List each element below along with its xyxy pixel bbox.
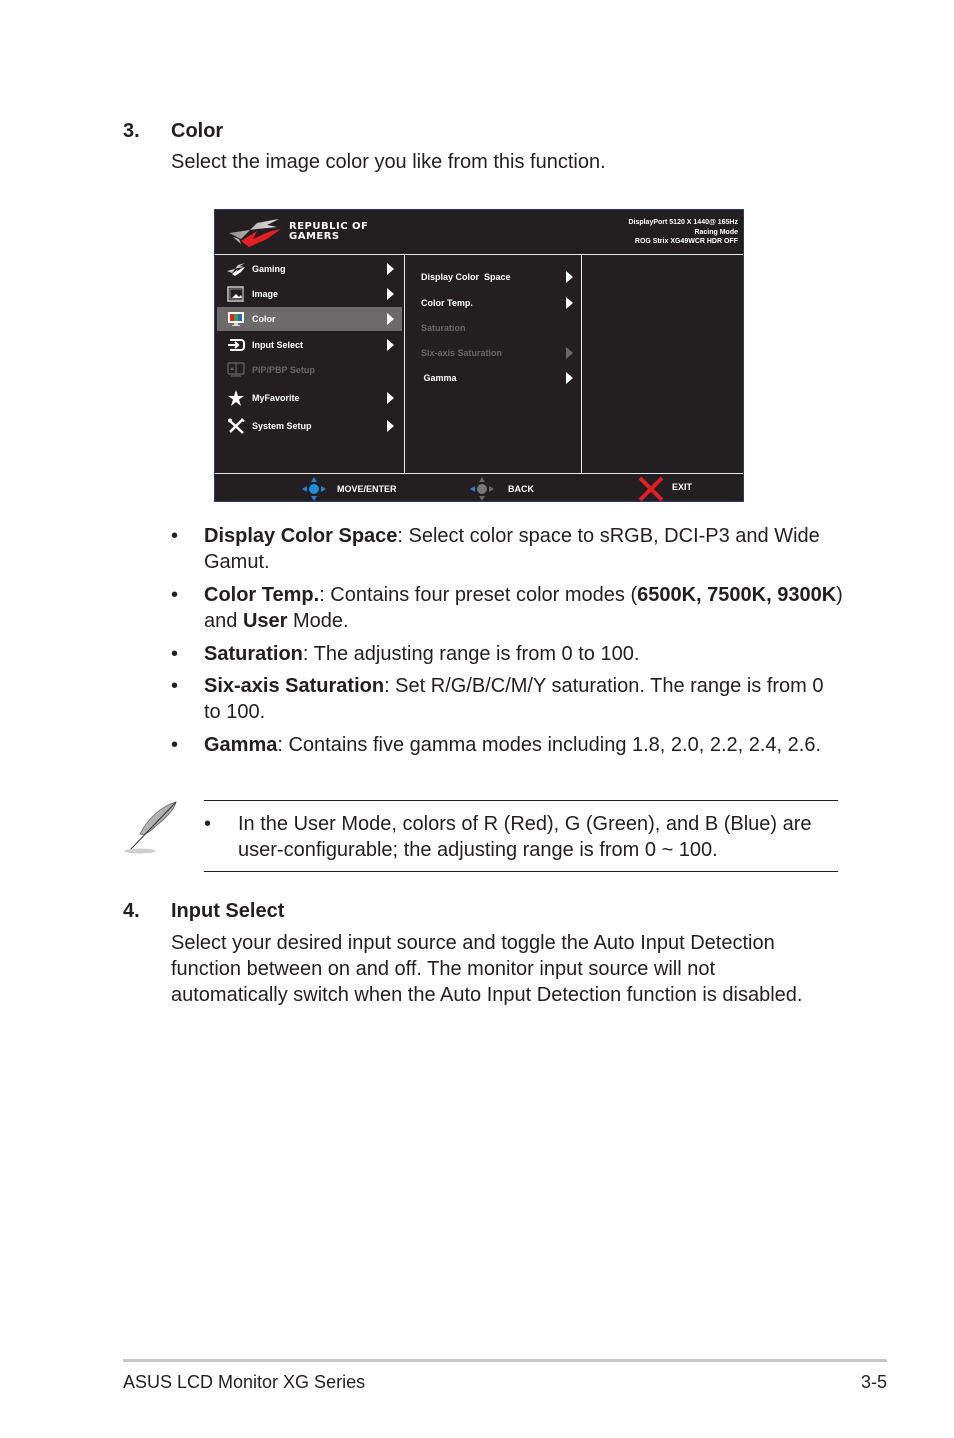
chevron-right-icon — [387, 392, 394, 404]
chevron-right-icon — [387, 313, 394, 325]
status-mode: Racing Mode — [694, 228, 738, 236]
submenu-item-saturation: Saturation — [421, 320, 579, 338]
osd-footer: MOVE/ENTER BACK EXIT — [215, 473, 743, 502]
bullet-term: Color Temp. — [204, 584, 320, 606]
footer-document-title: ASUS LCD Monitor XG Series — [123, 1372, 366, 1392]
main-menu: Gaming Image Color Input Select PIP/PBP … — [215, 255, 405, 473]
note-bullet: • — [204, 813, 212, 835]
submenu-item-display-color-space[interactable]: Display Color Space — [421, 269, 579, 287]
submenu-label: Saturation — [421, 323, 466, 333]
main-menu-item-image[interactable]: Image — [217, 282, 402, 306]
move-enter-hint: MOVE/ENTER — [301, 474, 411, 502]
bullet-item: Display Color Space: Select color space … — [204, 525, 820, 573]
joystick-back-icon — [470, 477, 494, 501]
note-text: In the User Mode, colors of R (Red), G (… — [238, 813, 812, 861]
submenu-item-gamma[interactable]: Gamma — [421, 370, 579, 388]
section-3-description: Select the image color you like from thi… — [171, 151, 606, 173]
main-menu-label: MyFavorite — [252, 393, 300, 403]
main-menu-label: System Setup — [252, 421, 312, 431]
section-4-number: 4. — [123, 900, 140, 922]
bullet-item: Saturation: The adjusting range is from … — [204, 643, 640, 665]
monitor-rgb-icon — [228, 312, 244, 326]
bullet-marker: • — [171, 525, 179, 547]
status-model-hdr: ROG Strix XG49WCR HDR OFF — [634, 238, 738, 245]
main-menu-label: Gaming — [252, 264, 286, 274]
submenu-label: Gamma — [421, 373, 457, 383]
bullet-term: 6500K, 7500K, 9300K — [637, 584, 837, 606]
footer-page-number: 3-5 — [860, 1372, 887, 1392]
bullet-term: Display Color Space — [204, 525, 398, 547]
note-bottom-rule — [204, 871, 838, 872]
footer-rule — [123, 1359, 887, 1362]
section-3-title: Color — [171, 120, 224, 142]
chevron-right-icon — [566, 297, 573, 309]
bullet-term: Saturation — [204, 643, 303, 665]
main-menu-item-pip-pbp-setup: PIP/PBP Setup — [217, 358, 402, 382]
bullet-marker: • — [171, 734, 179, 756]
feather-note-icon — [124, 801, 177, 854]
status-input-resolution: DisplayPort 5120 X 1440@ 165Hz — [628, 219, 738, 226]
main-menu-label: Image — [252, 289, 279, 299]
chevron-right-icon — [387, 420, 394, 432]
rog-brand-text: REPUBLIC OF GAMERS — [289, 222, 368, 242]
bullet-term: Gamma — [204, 734, 278, 756]
chevron-right-icon — [566, 271, 573, 283]
bullet-term: Six-axis Saturation — [204, 675, 385, 697]
brand-line-2: GAMERS — [289, 231, 340, 242]
submenu-label: Display Color Space — [421, 272, 511, 282]
chevron-right-icon — [566, 372, 573, 384]
note-top-rule — [204, 800, 838, 801]
bullet-item: Gamma: Contains five gamma modes includi… — [204, 734, 822, 756]
input-icon — [228, 339, 245, 351]
bullet-term: User — [242, 610, 288, 632]
options-panel — [582, 255, 743, 473]
chevron-right-icon — [387, 339, 394, 351]
submenu-item-six-axis-saturation: Six-axis Saturation — [421, 345, 579, 363]
pip-icon — [227, 362, 245, 377]
submenu-item-color-temp[interactable]: Color Temp. — [421, 295, 579, 313]
bullet-item: Six-axis Saturation: Set R/G/B/C/M/Y sat… — [204, 675, 824, 723]
move-enter-label: MOVE/ENTER — [337, 484, 397, 494]
exit-label: EXIT — [672, 482, 693, 492]
osd-status-info: DisplayPort 5120 X 1440@ 165Hz Racing Mo… — [628, 218, 738, 247]
chevron-right-icon — [387, 288, 394, 300]
main-menu-item-system-setup[interactable]: System Setup — [217, 414, 402, 438]
bullet-marker: • — [171, 643, 179, 665]
bullet-item: Color Temp.: Contains four preset color … — [204, 584, 843, 632]
chevron-right-icon — [387, 263, 394, 275]
tools-icon — [228, 418, 245, 434]
rog-logo-icon — [229, 219, 281, 247]
section-4-title: Input Select — [171, 900, 285, 922]
section-3-number: 3. — [123, 120, 140, 142]
section-4-description: Select your desired input source and tog… — [171, 932, 803, 1006]
main-menu-item-gaming[interactable]: Gaming — [217, 257, 402, 281]
osd-header: REPUBLIC OF GAMERS DisplayPort 5120 X 14… — [215, 210, 743, 255]
osd-menu-screenshot: REPUBLIC OF GAMERS DisplayPort 5120 X 14… — [214, 209, 744, 502]
rog-eye-icon — [227, 263, 245, 276]
exit-hint: EXIT — [638, 474, 708, 502]
star-icon — [228, 390, 244, 406]
bullet-marker: • — [171, 584, 179, 606]
image-icon — [227, 286, 244, 302]
main-menu-label: Color — [252, 314, 276, 324]
main-menu-label: PIP/PBP Setup — [252, 365, 315, 375]
main-menu-item-myfavorite[interactable]: MyFavorite — [217, 386, 402, 410]
joystick-move-icon — [302, 477, 326, 501]
bullet-marker: • — [171, 675, 179, 697]
submenu-label: Color Temp. — [421, 298, 473, 308]
chevron-right-icon — [566, 347, 573, 359]
color-submenu: Display Color Space Color Temp. Saturati… — [405, 255, 582, 473]
submenu-label: Six-axis Saturation — [421, 348, 503, 358]
close-x-icon — [638, 476, 664, 502]
back-hint: BACK — [469, 474, 549, 502]
main-menu-item-input-select[interactable]: Input Select — [217, 333, 402, 357]
main-menu-item-color[interactable]: Color — [217, 307, 402, 331]
back-label: BACK — [508, 484, 534, 494]
main-menu-label: Input Select — [252, 340, 304, 350]
